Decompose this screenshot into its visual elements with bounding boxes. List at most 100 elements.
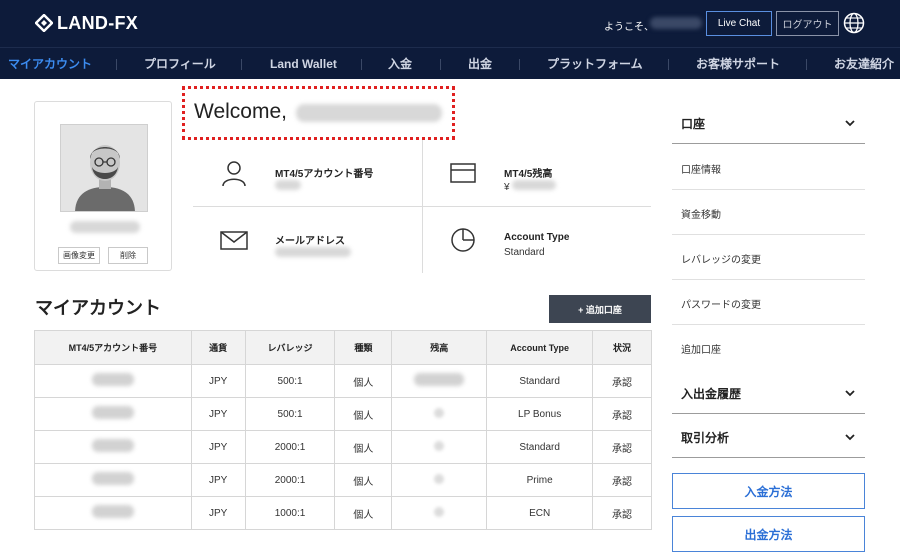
sidebar-item-additional-account[interactable]: 追加口座	[672, 325, 865, 370]
kind-cell: 個人	[334, 496, 393, 530]
col-leverage: レバレッジ	[244, 330, 336, 365]
sidebar-item-label: レバレッジの変更	[681, 255, 761, 266]
account-number-cell	[34, 463, 192, 497]
top-header: LAND-FX ようこそ、 Live Chat ログアウト	[0, 0, 900, 47]
main-nav: マイアカウント プロフィール Land Wallet 入金 出金 プラットフォー…	[0, 47, 900, 79]
sidebar-item-fund-transfer[interactable]: 資金移動	[672, 190, 865, 235]
deposit-method-button[interactable]: 入金方法	[672, 473, 865, 509]
kind-cell: 個人	[334, 397, 393, 431]
sidebar-item-label: 口座情報	[681, 165, 721, 176]
delete-image-button[interactable]: 削除	[108, 247, 148, 264]
logo-text: LAND-FX	[57, 12, 139, 33]
table-row: JPY 500:1 個人 LP Bonus 承認	[34, 397, 652, 431]
sidebar-item-password-change[interactable]: パスワードの変更	[672, 280, 865, 325]
account-type-cell: Standard	[486, 364, 594, 398]
currency-cell: JPY	[190, 430, 246, 464]
balance-label: MT4/5残高	[504, 169, 553, 180]
col-account-type: Account Type	[486, 330, 594, 365]
status-link[interactable]: 承認	[592, 496, 652, 530]
nav-my-account[interactable]: マイアカウント	[8, 48, 92, 80]
avatar-person-icon	[61, 125, 147, 211]
nav-withdraw[interactable]: 出金	[468, 48, 492, 80]
chevron-down-icon	[844, 386, 856, 398]
globe-icon[interactable]	[843, 12, 865, 34]
nav-land-wallet[interactable]: Land Wallet	[270, 48, 337, 80]
avatar	[60, 124, 148, 212]
table-row: JPY 2000:1 個人 Prime 承認	[34, 463, 652, 497]
table-row: JPY 2000:1 個人 Standard 承認	[34, 430, 652, 464]
profile-name-redacted	[70, 221, 140, 233]
account-type-value: Standard	[504, 247, 545, 258]
nav-divider	[116, 59, 117, 70]
currency-cell: JPY	[190, 364, 246, 398]
account-number-label: MT4/5アカウント番号	[275, 169, 374, 180]
col-balance: 残高	[391, 330, 488, 365]
nav-profile[interactable]: プロフィール	[144, 48, 216, 80]
balance-value: ¥	[504, 180, 557, 193]
sidebar-section-label: 取引分析	[681, 431, 730, 445]
add-account-button[interactable]: + 追加口座	[549, 295, 651, 323]
status-link[interactable]: 承認	[592, 463, 652, 497]
welcome-title: Welcome,	[194, 100, 287, 123]
sidebar-item-label: 資金移動	[681, 210, 721, 221]
sidebar-section-history[interactable]: 入出金履歴	[672, 370, 865, 414]
leverage-cell: 500:1	[244, 364, 336, 398]
nav-divider	[668, 59, 669, 70]
land-fx-logo[interactable]: LAND-FX	[35, 12, 138, 34]
pie-chart-icon	[448, 225, 478, 255]
nav-deposit[interactable]: 入金	[388, 48, 412, 80]
status-link[interactable]: 承認	[592, 430, 652, 464]
currency-cell: JPY	[190, 463, 246, 497]
sidebar-section-label: 入出金履歴	[681, 387, 742, 401]
col-currency: 通貨	[190, 330, 246, 365]
change-image-button[interactable]: 画像変更	[58, 247, 100, 264]
info-account-number: MT4/5アカウント番号	[193, 140, 422, 206]
chevron-down-icon	[844, 116, 856, 128]
info-balance: MT4/5残高 ¥	[422, 140, 651, 206]
nav-referral[interactable]: お友達紹介	[834, 48, 900, 80]
account-number-cell	[34, 496, 192, 530]
balance-cell	[391, 463, 488, 497]
currency-cell: JPY	[190, 397, 246, 431]
info-account-type: Account Type Standard	[422, 207, 651, 273]
my-account-title: マイアカウント	[35, 298, 161, 318]
nav-divider	[519, 59, 520, 70]
sidebar-item-leverage-change[interactable]: レバレッジの変更	[672, 235, 865, 280]
status-link[interactable]: 承認	[592, 364, 652, 398]
sidebar-section-account[interactable]: 口座	[672, 100, 865, 144]
status-link[interactable]: 承認	[592, 397, 652, 431]
email-value	[275, 247, 351, 260]
sidebar-item-account-info[interactable]: 口座情報	[672, 145, 865, 190]
col-kind: 種類	[334, 330, 393, 365]
logout-button[interactable]: ログアウト	[776, 11, 839, 36]
nav-support[interactable]: お客様サポート	[696, 48, 780, 80]
kind-cell: 個人	[334, 463, 393, 497]
nav-divider	[361, 59, 362, 70]
live-chat-button[interactable]: Live Chat	[706, 11, 772, 36]
sidebar-item-label: 追加口座	[681, 345, 721, 356]
kind-cell: 個人	[334, 364, 393, 398]
info-email: メールアドレス	[193, 207, 422, 273]
balance-cell	[391, 430, 488, 464]
user-icon	[219, 158, 249, 188]
withdraw-method-button[interactable]: 出金方法	[672, 516, 865, 552]
leverage-cell: 2000:1	[244, 463, 336, 497]
nav-platform[interactable]: プラットフォーム	[547, 48, 643, 80]
kind-cell: 個人	[334, 430, 393, 464]
accounts-table: MT4/5アカウント番号 通貨 レバレッジ 種類 残高 Account Type…	[34, 330, 652, 530]
balance-cell	[391, 496, 488, 530]
account-number-cell	[34, 430, 192, 464]
sidebar-section-analysis[interactable]: 取引分析	[672, 414, 865, 458]
account-number-cell	[34, 397, 192, 431]
nav-divider	[241, 59, 242, 70]
account-type-cell: Prime	[486, 463, 594, 497]
table-row: JPY 1000:1 個人 ECN 承認	[34, 496, 652, 530]
currency-symbol: ¥	[504, 182, 510, 193]
email-label: メールアドレス	[275, 236, 345, 247]
balance-cell	[391, 364, 488, 398]
user-name-redacted	[650, 17, 702, 29]
account-type-cell: Standard	[486, 430, 594, 464]
chevron-down-icon	[844, 430, 856, 442]
account-type-label: Account Type	[504, 232, 570, 243]
profile-card: 画像変更 削除	[34, 101, 172, 271]
